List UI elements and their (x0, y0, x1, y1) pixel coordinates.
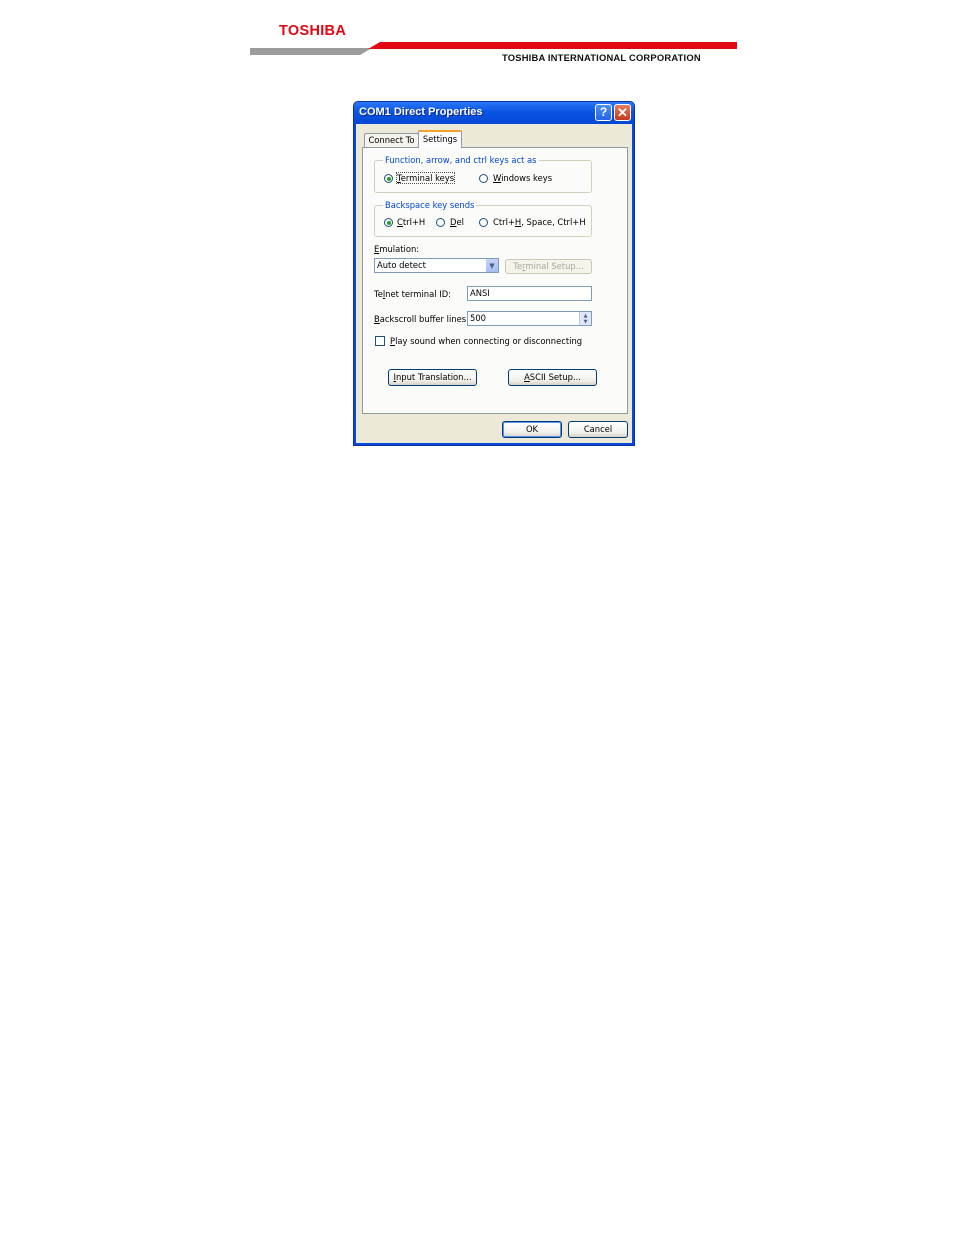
input-translation-button[interactable]: Input Translation... (388, 369, 477, 386)
function-keys-legend: Function, arrow, and ctrl keys act as (383, 155, 539, 165)
windows-keys-label[interactable]: Windows keys (493, 173, 552, 183)
chevron-down-icon[interactable]: ▼ (485, 259, 498, 272)
telnet-id-label: Telnet terminal ID: (374, 289, 451, 299)
backscroll-value: 500 (470, 313, 486, 323)
red-stripe (368, 42, 737, 49)
play-sound-label[interactable]: Play sound when connecting or disconnect… (390, 336, 582, 346)
ok-button[interactable]: OK (502, 421, 562, 438)
telnet-id-input[interactable]: ANSI (467, 286, 592, 301)
ascii-setup-button[interactable]: ASCII Setup... (508, 369, 597, 386)
dialog-titlebar[interactable]: COM1 Direct Properties ? ✕ (354, 102, 634, 124)
dialog-client-area: Connect To Settings Function, arrow, and… (356, 124, 632, 443)
dialog-title: COM1 Direct Properties (359, 106, 483, 118)
ctrl-h-radio[interactable] (384, 218, 393, 227)
emulation-dropdown[interactable]: Auto detect ▼ (374, 258, 499, 273)
tab-settings[interactable]: Settings (418, 130, 462, 148)
del-label[interactable]: Del (450, 217, 464, 227)
brand-logo: TOSHIBA (279, 23, 347, 39)
telnet-id-value: ANSI (470, 288, 490, 298)
tab-connect-to[interactable]: Connect To (364, 133, 419, 147)
backspace-group: Backspace key sends Ctrl+H Del Ctrl+H, S… (374, 200, 592, 237)
spin-buttons[interactable]: ▲ ▼ (579, 312, 591, 325)
emulation-value: Auto detect (377, 260, 426, 270)
terminal-keys-radio[interactable] (384, 174, 393, 183)
del-radio[interactable] (436, 218, 445, 227)
properties-dialog: COM1 Direct Properties ? ✕ Connect To Se… (353, 101, 635, 446)
ctrl-h-space-label[interactable]: Ctrl+H, Space, Ctrl+H (493, 217, 586, 227)
ctrl-h-label[interactable]: Ctrl+H (397, 217, 425, 227)
backspace-legend: Backspace key sends (383, 200, 477, 210)
terminal-keys-label[interactable]: Terminal keys (395, 172, 456, 184)
ctrl-h-space-radio[interactable] (479, 218, 488, 227)
windows-keys-radio[interactable] (479, 174, 488, 183)
gray-stripe (250, 48, 372, 55)
close-icon[interactable]: ✕ (614, 104, 631, 121)
play-sound-checkbox[interactable] (375, 336, 385, 346)
corporation-name: TOSHIBA INTERNATIONAL CORPORATION (502, 52, 701, 63)
backscroll-stepper[interactable]: 500 ▲ ▼ (467, 311, 592, 326)
emulation-label: Emulation: (374, 244, 420, 254)
function-keys-group: Function, arrow, and ctrl keys act as Te… (374, 155, 592, 193)
settings-panel: Function, arrow, and ctrl keys act as Te… (362, 147, 628, 414)
backscroll-label: Backscroll buffer lines: (374, 314, 469, 324)
cancel-button[interactable]: Cancel (568, 421, 628, 438)
terminal-setup-button[interactable]: Terminal Setup... (505, 259, 592, 274)
spin-down-icon[interactable]: ▼ (580, 319, 591, 325)
help-icon[interactable]: ? (595, 104, 612, 121)
